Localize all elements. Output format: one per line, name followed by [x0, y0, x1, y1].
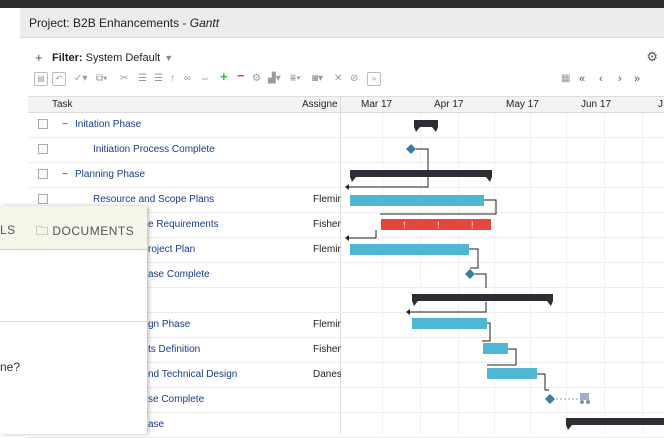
task-name[interactable]: Resource and Scope Plans — [93, 194, 214, 205]
expand-all-button[interactable]: » — [367, 72, 381, 86]
task-row[interactable]: − Initation Phase — [28, 113, 664, 138]
scroll-prev-icon[interactable]: ‹ — [599, 72, 603, 86]
delete-icon[interactable]: ✕ — [334, 72, 342, 86]
task-assignee: Flemir — [313, 244, 341, 255]
month-label: Mar 17 — [361, 99, 393, 110]
task-name[interactable]: Initation Phase — [75, 119, 141, 130]
filter-icon[interactable]: ⩸▾ — [290, 72, 301, 86]
zoom-icon[interactable]: ⊘ — [350, 72, 358, 86]
task-name[interactable]: nd Technical Design — [148, 369, 237, 380]
row-checkbox[interactable] — [38, 194, 48, 204]
tab-documents[interactable]: 🗀 DOCUMENTS — [36, 222, 134, 243]
cut-icon[interactable]: ✂ — [120, 72, 128, 86]
save-icon[interactable]: ▤ — [34, 72, 48, 86]
task-name[interactable]: ase — [148, 419, 164, 430]
task-name[interactable]: e Requirements — [148, 219, 219, 230]
task-assignee: Flemir — [313, 194, 341, 205]
link-tasks-icon[interactable]: ⧉▾ — [96, 72, 107, 86]
camera-icon[interactable]: ◙▾ — [312, 72, 323, 86]
task-name[interactable]: gn Phase — [148, 319, 190, 330]
folder-icon: 🗀 — [36, 224, 49, 238]
tab-details[interactable]: LS — [0, 223, 16, 237]
scroll-next-icon[interactable]: › — [618, 72, 622, 86]
title-bar: Project: B2B Enhancements - Gantt — [20, 8, 664, 38]
task-name[interactable]: ts Definition — [148, 344, 200, 355]
task-row[interactable]: − Planning Phase — [28, 163, 664, 188]
chevron-down-icon: ▼ — [164, 53, 174, 63]
outdent-icon[interactable]: ☰ — [138, 72, 147, 86]
filter-dropdown[interactable]: Filter: System Default ▼ — [52, 52, 173, 64]
collapse-icon[interactable]: − — [62, 169, 68, 180]
task-name[interactable]: Planning Phase — [75, 169, 145, 180]
column-assignee-header[interactable]: Assigne — [302, 99, 338, 110]
row-checkbox[interactable] — [38, 119, 48, 129]
grid-header: Task Assigne Mar 17 Apr 17 May 17 Jun 17… — [28, 96, 664, 113]
gear-icon[interactable]: ⚙ — [646, 49, 658, 65]
unlink-icon[interactable]: ⇔ — [200, 72, 210, 86]
task-row[interactable]: Initiation Process Complete — [28, 138, 664, 163]
baseline-icon[interactable]: ▟▾ — [268, 72, 281, 86]
indent-right-icon[interactable]: ☰ — [154, 72, 163, 86]
panel-question: ne? — [0, 360, 21, 374]
undo-icon[interactable]: ↶ — [52, 72, 66, 86]
critical-path-icon[interactable]: ⚙ — [252, 72, 261, 86]
link-icon[interactable]: ∞ — [184, 72, 191, 86]
side-panel: LS 🗀 DOCUMENTS ne? — [0, 206, 147, 434]
scroll-first-icon[interactable]: « — [579, 72, 585, 86]
filter-bar: + Filter: System Default ▼ ⚙ — [28, 46, 664, 68]
task-name[interactable]: roject Plan — [148, 244, 195, 255]
task-assignee: Flemir — [313, 319, 341, 330]
toolbar: ▤ ↶ ✓▾ ⧉▾ ✂ ☰ ☰ ↑ ∞ ⇔ + − ⚙ ▟▾ ⩸▾ ◙▾ ✕ ⊘… — [28, 68, 664, 90]
task-name[interactable]: se Complete — [148, 394, 204, 405]
add-filter-icon[interactable]: + — [35, 50, 43, 65]
task-assignee: Danes — [313, 369, 341, 380]
month-label: Apr 17 — [434, 99, 464, 110]
month-label: May 17 — [506, 99, 539, 110]
page-title: Project: B2B Enhancements - Gantt — [29, 16, 220, 30]
top-strip — [0, 0, 664, 8]
task-assignee: Fisher — [313, 219, 341, 230]
collapse-icon[interactable]: − — [62, 119, 68, 130]
add-task-icon[interactable]: + — [220, 70, 228, 84]
row-checkbox[interactable] — [38, 144, 48, 154]
row-checkbox[interactable] — [38, 169, 48, 179]
calendar-icon[interactable]: ▦ — [561, 72, 570, 86]
move-up-icon[interactable]: ↑ — [170, 72, 175, 86]
task-name[interactable]: ase Complete — [148, 269, 210, 280]
indent-icon[interactable]: ✓▾ — [74, 72, 87, 86]
column-task-header[interactable]: Task — [52, 99, 73, 110]
panel-divider — [0, 321, 147, 322]
task-name[interactable]: Initiation Process Complete — [93, 144, 215, 155]
remove-task-icon[interactable]: − — [237, 69, 245, 83]
scroll-last-icon[interactable]: » — [634, 72, 640, 86]
panel-tabs: LS 🗀 DOCUMENTS — [0, 206, 147, 250]
task-assignee: Fisher — [313, 344, 341, 355]
month-label: Jun 17 — [581, 99, 612, 110]
month-label: J — [658, 99, 663, 110]
